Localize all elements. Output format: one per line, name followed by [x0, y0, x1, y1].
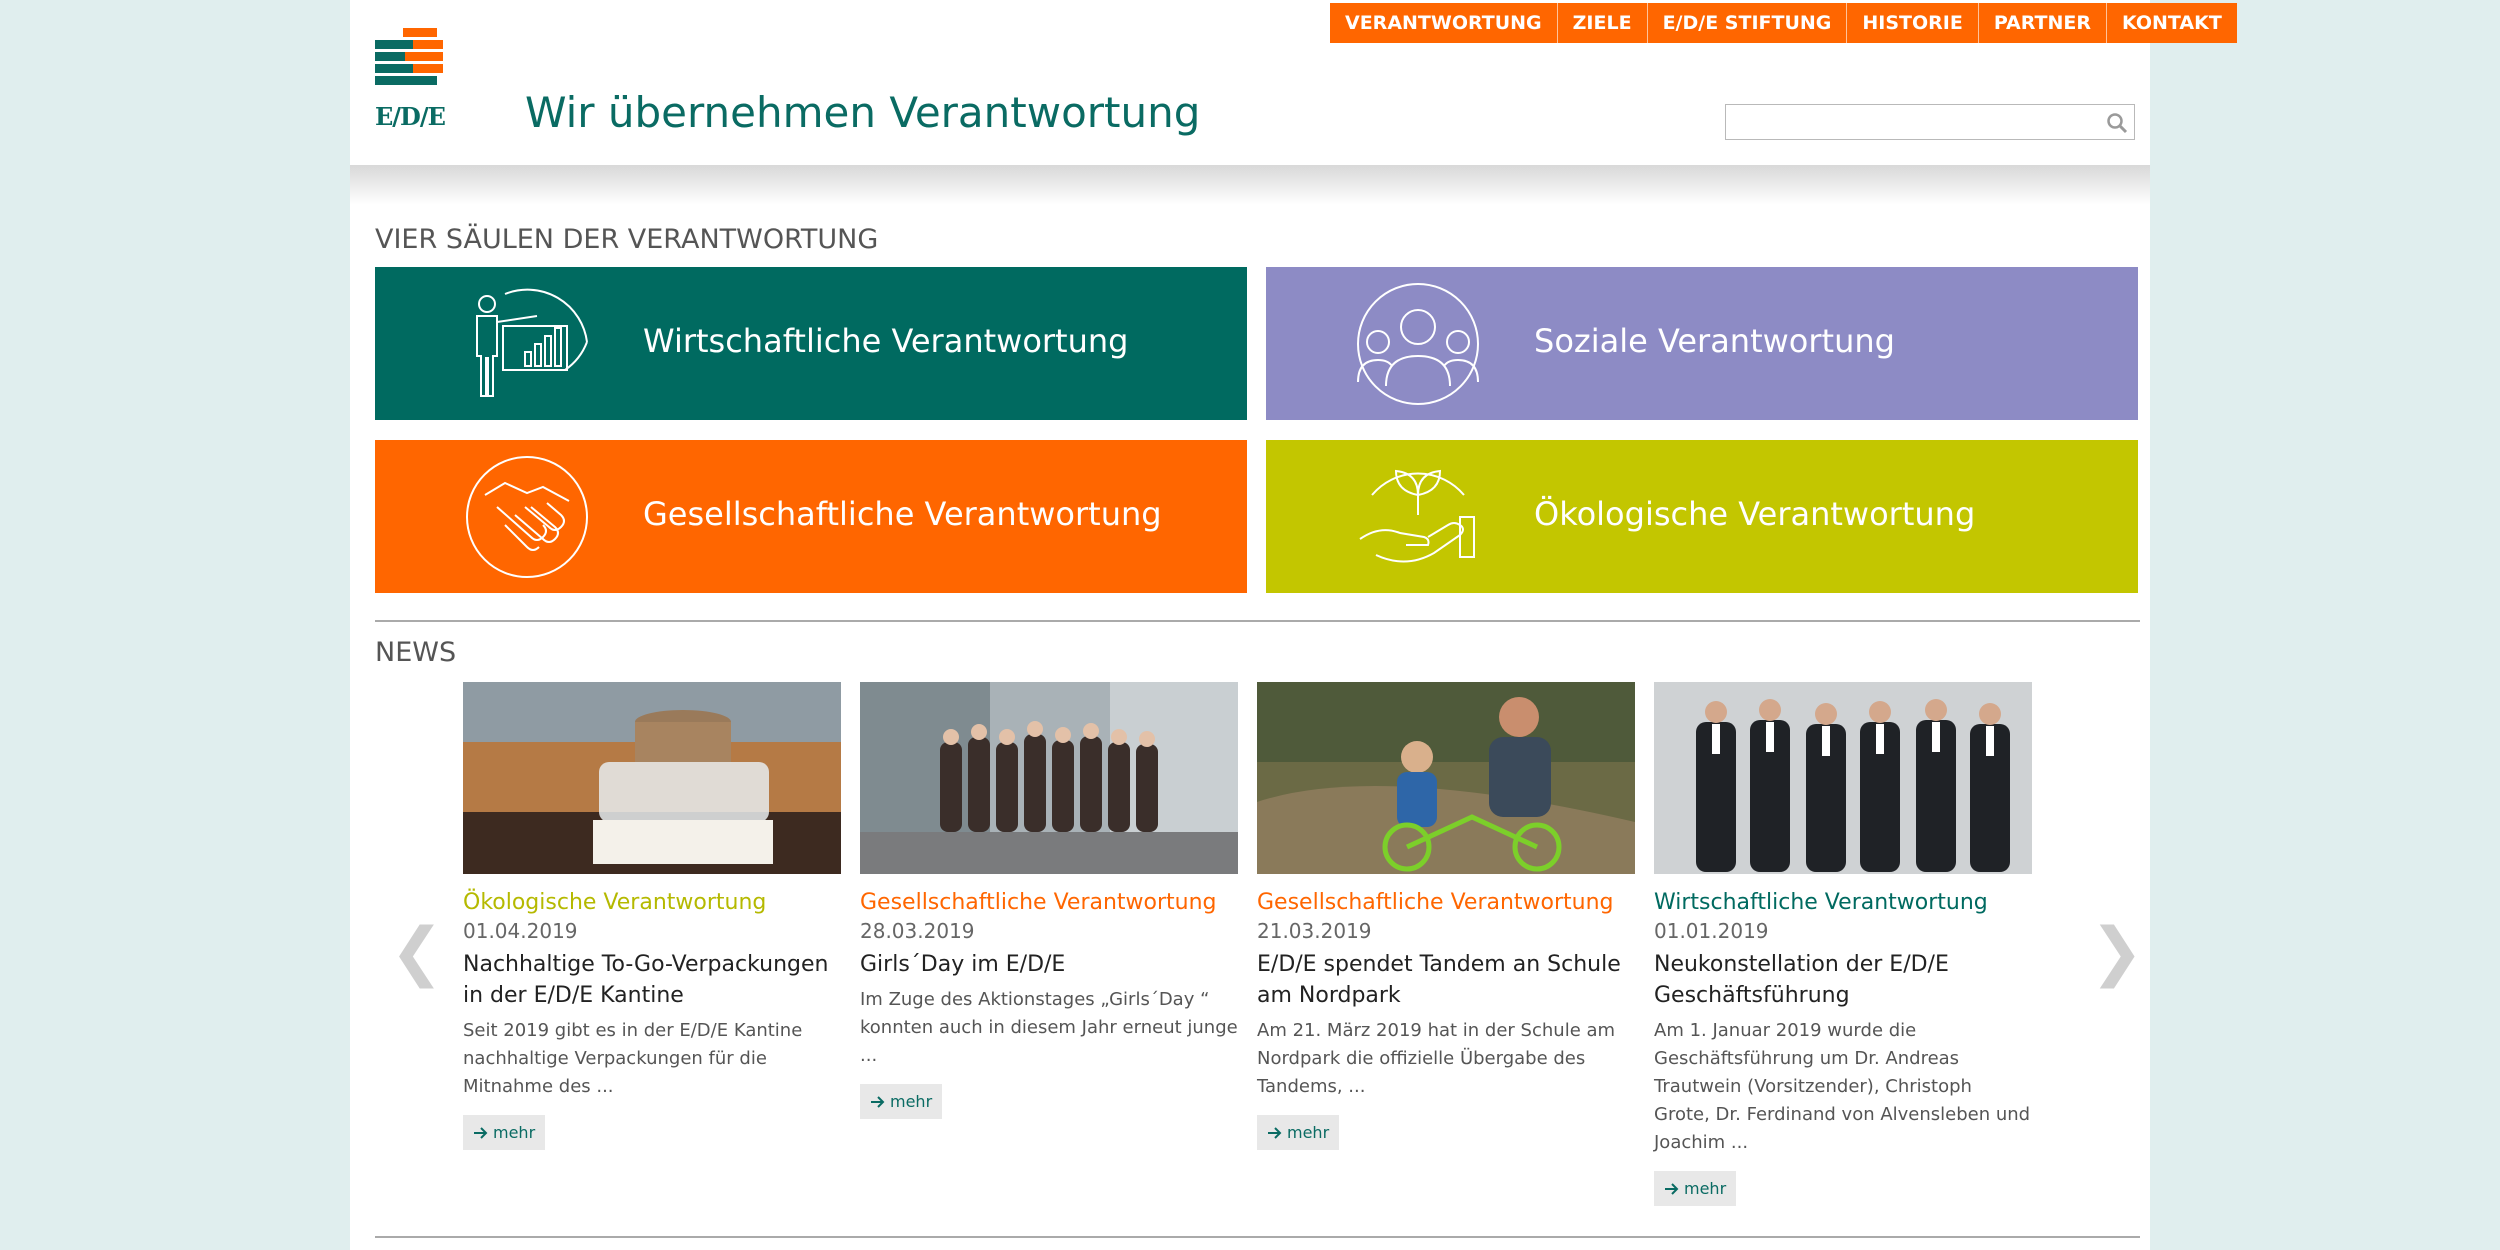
news-card: Gesellschaftliche Verantwortung 28.03.20…: [860, 682, 1238, 1119]
nav-item-historie[interactable]: HISTORIE: [1847, 3, 1979, 43]
nav-item-partner[interactable]: PARTNER: [1979, 3, 2107, 43]
search-input[interactable]: [1726, 105, 2102, 139]
arrow-right-icon: [1665, 1182, 1679, 1195]
news-category[interactable]: Gesellschaftliche Verantwortung: [860, 890, 1238, 915]
more-button[interactable]: mehr: [1257, 1115, 1340, 1150]
header-shadow: [350, 165, 2150, 205]
presenter-chart-icon: [476, 288, 588, 397]
people-group-icon: [1357, 283, 1479, 405]
news-category[interactable]: Wirtschaftliche Verantwortung: [1654, 890, 2032, 915]
news-category[interactable]: Gesellschaftliche Verantwortung: [1257, 890, 1635, 915]
pillar-soziale[interactable]: Soziale Verantwortung: [1266, 267, 2138, 420]
news-date: 01.04.2019: [463, 919, 578, 943]
nav-item-kontakt[interactable]: KONTAKT: [2107, 3, 2237, 43]
more-label: mehr: [1287, 1123, 1330, 1142]
pillar-gesellschaftliche[interactable]: Gesellschaftliche Verantwortung: [375, 440, 1247, 593]
news-title[interactable]: Neukonstellation der E/D/E Geschäftsführ…: [1654, 949, 2032, 1011]
news-card: Ökologische Verantwortung 01.04.2019 Nac…: [463, 682, 841, 1150]
nav-item-ziele[interactable]: ZIELE: [1558, 3, 1648, 43]
news-teaser: Seit 2019 gibt es in der E/D/E Kantine n…: [463, 1020, 803, 1097]
news-teaser: Am 1. Januar 2019 wurde die Geschäftsfüh…: [1654, 1020, 2031, 1153]
top-navigation: VERANTWORTUNG ZIELE E/D/E STIFTUNG HISTO…: [1330, 3, 2237, 43]
search-icon[interactable]: [2106, 112, 2128, 134]
news-category[interactable]: Ökologische Verantwortung: [463, 890, 841, 915]
news-card: Wirtschaftliche Verantwortung 01.01.2019…: [1654, 682, 2032, 1206]
section-divider: [375, 620, 2140, 622]
more-label: mehr: [493, 1123, 536, 1142]
news-image-tandem[interactable]: [1257, 682, 1635, 874]
pillar-label: Ökologische Verantwortung: [1534, 495, 1976, 533]
logo-text: E/D/E: [375, 102, 446, 131]
pillar-wirtschaftliche[interactable]: Wirtschaftliche Verantwortung: [375, 267, 1247, 420]
arrow-right-icon: [474, 1126, 488, 1139]
more-button[interactable]: mehr: [463, 1115, 546, 1150]
pillars-heading: VIER SÄULEN DER VERANTWORTUNG: [375, 224, 879, 255]
pillar-label: Gesellschaftliche Verantwortung: [643, 495, 1162, 533]
news-image-packaging[interactable]: [463, 682, 841, 874]
news-heading: NEWS: [375, 637, 457, 668]
news-title[interactable]: Nachhaltige To-Go-Verpackungen in der E/…: [463, 949, 841, 1011]
page-title: Wir übernehmen Verantwortung: [525, 88, 1201, 137]
news-title[interactable]: Girls´Day im E/D/E: [860, 949, 1238, 980]
carousel-next-arrow[interactable]: ❯: [2090, 920, 2144, 984]
news-card: Gesellschaftliche Verantwortung 21.03.20…: [1257, 682, 1635, 1150]
pillar-label: Wirtschaftliche Verantwortung: [643, 322, 1129, 360]
carousel-prev-arrow[interactable]: ❮: [390, 920, 444, 984]
page-container: VERANTWORTUNG ZIELE E/D/E STIFTUNG HISTO…: [350, 0, 2237, 1250]
arrow-right-icon: [1268, 1126, 1282, 1139]
news-teaser: Am 21. März 2019 hat in der Schule am No…: [1257, 1020, 1616, 1097]
news-image-girls-day[interactable]: [860, 682, 1238, 874]
pillar-label: Soziale Verantwortung: [1534, 322, 1895, 360]
more-label: mehr: [1684, 1179, 1727, 1198]
news-title[interactable]: E/D/E spendet Tandem an Schule am Nordpa…: [1257, 949, 1635, 1011]
section-divider-bottom: [375, 1236, 2140, 1238]
news-teaser: Im Zuge des Aktionstages „Girls´Day “ ko…: [860, 989, 1238, 1066]
news-date: 01.01.2019: [1654, 919, 1769, 943]
hand-plant-icon: [1359, 469, 1475, 563]
news-image-management[interactable]: [1654, 682, 2032, 874]
nav-item-ede-stiftung[interactable]: E/D/E STIFTUNG: [1648, 3, 1848, 43]
more-button[interactable]: mehr: [860, 1084, 943, 1119]
nav-item-verantwortung[interactable]: VERANTWORTUNG: [1330, 3, 1558, 43]
arrow-right-icon: [871, 1095, 885, 1108]
search-box: [1725, 104, 2135, 140]
news-date: 28.03.2019: [860, 919, 975, 943]
more-button[interactable]: mehr: [1654, 1171, 1737, 1206]
pillar-oekologische[interactable]: Ökologische Verantwortung: [1266, 440, 2138, 593]
news-date: 21.03.2019: [1257, 919, 1372, 943]
more-label: mehr: [890, 1092, 933, 1111]
handshake-icon: [466, 456, 588, 578]
